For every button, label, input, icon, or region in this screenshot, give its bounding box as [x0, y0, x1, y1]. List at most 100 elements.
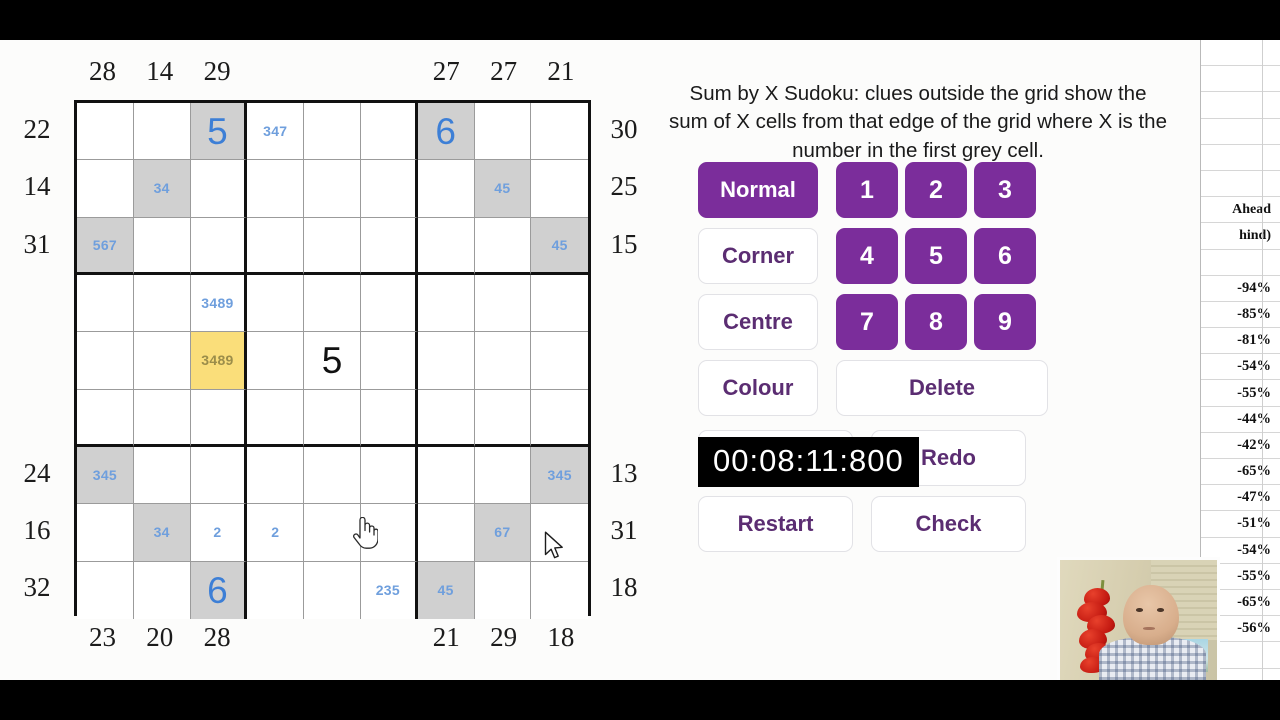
- sudoku-cell-r8c1[interactable]: [77, 504, 134, 562]
- sudoku-cell-r4c1[interactable]: [77, 274, 134, 333]
- sudoku-cell-r9c6[interactable]: 235: [360, 561, 418, 619]
- sudoku-cell-r9c2[interactable]: [133, 561, 191, 619]
- sudoku-cell-r5c5[interactable]: 5: [304, 332, 361, 390]
- sudoku-cell-r2c1[interactable]: [77, 160, 134, 218]
- sudoku-cell-r7c4[interactable]: [247, 446, 305, 505]
- spreadsheet-value-row[interactable]: -81%: [1201, 328, 1280, 355]
- sudoku-cell-r5c2[interactable]: [133, 332, 191, 390]
- sudoku-cell-r3c3[interactable]: [190, 217, 248, 275]
- sudoku-cell-r4c5[interactable]: [304, 274, 361, 333]
- sudoku-cell-r7c7[interactable]: [417, 446, 475, 505]
- sudoku-cell-r8c7[interactable]: [417, 504, 475, 562]
- sudoku-cell-r5c6[interactable]: [360, 332, 418, 390]
- sudoku-cell-r4c6[interactable]: [360, 274, 418, 333]
- sudoku-cell-r3c1[interactable]: 567: [77, 217, 134, 275]
- mode-button-centre[interactable]: Centre: [698, 294, 818, 350]
- sudoku-cell-r7c9[interactable]: 345: [531, 446, 589, 505]
- spreadsheet-value-row[interactable]: -44%: [1201, 406, 1280, 433]
- sudoku-cell-r5c8[interactable]: [474, 332, 532, 390]
- spreadsheet-value-row[interactable]: -51%: [1201, 511, 1280, 538]
- sudoku-cell-r7c8[interactable]: [474, 446, 532, 505]
- number-button-2[interactable]: 2: [905, 162, 967, 218]
- sudoku-grid[interactable]: 5 347 6 34 45 567 45 3489 3489 5 345 345 34 2 2 67 6 235 4…: [74, 100, 591, 619]
- restart-button[interactable]: Restart: [698, 496, 853, 552]
- sudoku-cell-r7c2[interactable]: [133, 446, 191, 505]
- colour-button[interactable]: Colour: [698, 360, 818, 416]
- sudoku-cell-r7c3[interactable]: [190, 446, 248, 505]
- sudoku-cell-r3c4[interactable]: [247, 217, 305, 275]
- sudoku-cell-r9c9[interactable]: [531, 561, 589, 619]
- spreadsheet-value-row[interactable]: -54%: [1201, 354, 1280, 381]
- sudoku-cell-r9c5[interactable]: [304, 561, 361, 619]
- number-button-4[interactable]: 4: [836, 228, 898, 284]
- sudoku-cell-r6c7[interactable]: [417, 389, 475, 447]
- sudoku-cell-r1c5[interactable]: [304, 103, 361, 161]
- sudoku-cell-r4c8[interactable]: [474, 274, 532, 333]
- spreadsheet-row[interactable]: [1201, 249, 1280, 276]
- mode-button-normal[interactable]: Normal: [698, 162, 818, 218]
- sudoku-cell-r3c6[interactable]: [360, 217, 418, 275]
- sudoku-cell-r4c3[interactable]: 3489: [190, 274, 248, 333]
- sudoku-cell-r5c7[interactable]: [417, 332, 475, 390]
- sudoku-cell-r9c7[interactable]: 45: [417, 561, 475, 619]
- sudoku-cell-r2c7[interactable]: [417, 160, 475, 218]
- spreadsheet-row[interactable]: [1201, 66, 1280, 93]
- spreadsheet-value-row[interactable]: -85%: [1201, 301, 1280, 329]
- sudoku-cell-r1c6[interactable]: [360, 103, 418, 161]
- sudoku-cell-r1c1[interactable]: [77, 103, 134, 161]
- number-button-5[interactable]: 5: [905, 228, 967, 284]
- sudoku-cell-r3c7[interactable]: [417, 217, 475, 275]
- sudoku-cell-r4c2[interactable]: [133, 274, 191, 333]
- sudoku-cell-r8c6[interactable]: [360, 504, 418, 562]
- sudoku-cell-r8c4[interactable]: 2: [247, 504, 305, 562]
- sudoku-cell-r1c2[interactable]: [133, 103, 191, 161]
- sudoku-cell-r8c8[interactable]: 67: [474, 504, 532, 562]
- sudoku-cell-r7c6[interactable]: [360, 446, 418, 505]
- sudoku-cell-r6c1[interactable]: [77, 389, 134, 447]
- sudoku-cell-r2c6[interactable]: [360, 160, 418, 218]
- sudoku-cell-r6c2[interactable]: [133, 389, 191, 447]
- number-button-6[interactable]: 6: [974, 228, 1036, 284]
- number-button-8[interactable]: 8: [905, 294, 967, 350]
- sudoku-cell-r1c9[interactable]: [531, 103, 589, 161]
- sudoku-cell-r5c1[interactable]: [77, 332, 134, 390]
- sudoku-cell-r3c8[interactable]: [474, 217, 532, 275]
- sudoku-cell-r1c7[interactable]: 6: [417, 103, 475, 161]
- sudoku-cell-r5c4[interactable]: [247, 332, 305, 390]
- sudoku-cell-r3c5[interactable]: [304, 217, 361, 275]
- sudoku-cell-r7c5[interactable]: [304, 446, 361, 505]
- number-button-7[interactable]: 7: [836, 294, 898, 350]
- sudoku-cell-r1c3[interactable]: 5: [190, 103, 248, 161]
- number-button-9[interactable]: 9: [974, 294, 1036, 350]
- spreadsheet-value-row[interactable]: -94%: [1201, 275, 1280, 302]
- sudoku-cell-r2c2[interactable]: 34: [133, 160, 191, 218]
- spreadsheet-row[interactable]: [1201, 118, 1280, 145]
- sudoku-cell-r9c8[interactable]: [474, 561, 532, 619]
- sudoku-cell-r7c1[interactable]: 345: [77, 446, 134, 505]
- sudoku-cell-r8c9[interactable]: [531, 504, 589, 562]
- sudoku-cell-r2c9[interactable]: [531, 160, 589, 218]
- sudoku-cell-r9c4[interactable]: [247, 561, 305, 619]
- number-button-3[interactable]: 3: [974, 162, 1036, 218]
- sudoku-cell-r2c4[interactable]: [247, 160, 305, 218]
- sudoku-cell-r2c3[interactable]: [190, 160, 248, 218]
- sudoku-cell-r2c5[interactable]: [304, 160, 361, 218]
- sudoku-cell-r6c9[interactable]: [531, 389, 589, 447]
- spreadsheet-row[interactable]: [1201, 40, 1280, 67]
- spreadsheet-row[interactable]: [1201, 144, 1280, 171]
- sudoku-cell-r8c3[interactable]: 2: [190, 504, 248, 562]
- spreadsheet-value-row[interactable]: -42%: [1201, 432, 1280, 459]
- spreadsheet-value-row[interactable]: -65%: [1201, 459, 1280, 486]
- sudoku-cell-r8c2[interactable]: 34: [133, 504, 191, 562]
- sudoku-cell-r5c3[interactable]: 3489: [190, 332, 248, 390]
- sudoku-cell-r4c4[interactable]: [247, 274, 305, 333]
- spreadsheet-row[interactable]: [1201, 92, 1280, 119]
- sudoku-cell-r1c4[interactable]: 347: [247, 103, 305, 161]
- sudoku-cell-r3c9[interactable]: 45: [531, 217, 589, 275]
- sudoku-cell-r8c5[interactable]: [304, 504, 361, 562]
- spreadsheet-value-row[interactable]: -55%: [1201, 380, 1280, 407]
- sudoku-cell-r9c3[interactable]: 6: [190, 561, 248, 619]
- sudoku-cell-r6c8[interactable]: [474, 389, 532, 447]
- sudoku-cell-r6c4[interactable]: [247, 389, 305, 447]
- spreadsheet-value-row[interactable]: -47%: [1201, 485, 1280, 512]
